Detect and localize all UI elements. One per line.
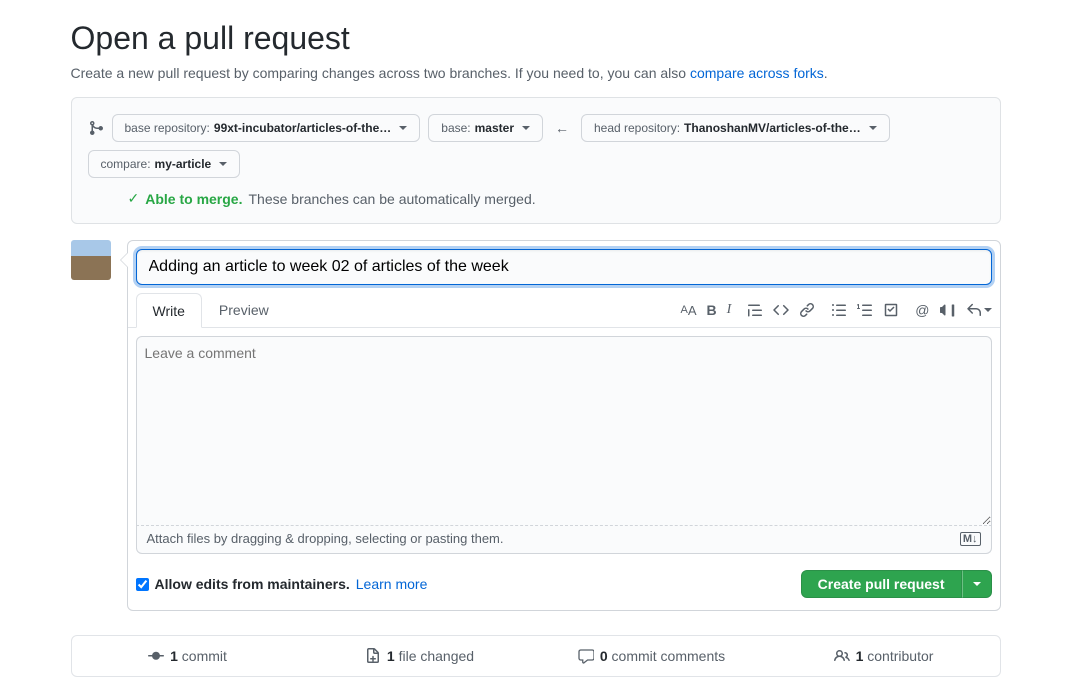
- mention-icon[interactable]: @: [915, 302, 929, 318]
- comments-count: 0: [600, 648, 608, 664]
- merge-able-text: Able to merge.: [145, 191, 242, 207]
- stat-commits[interactable]: 1 commit: [72, 636, 304, 676]
- preview-tab[interactable]: Preview: [202, 293, 286, 327]
- comment-area: Attach files by dragging & dropping, sel…: [136, 336, 992, 554]
- commits-count: 1: [170, 648, 178, 664]
- file-diff-icon: [365, 648, 381, 664]
- allow-edits-checkbox[interactable]: [136, 578, 149, 591]
- files-label: file changed: [395, 648, 474, 664]
- branch-row: base repository: 99xt-incubator/articles…: [88, 114, 984, 178]
- comments-label: commit comments: [608, 648, 725, 664]
- compare-forks-link[interactable]: compare across forks: [690, 65, 824, 81]
- compare-branch-selector[interactable]: compare: my-article: [88, 150, 241, 178]
- git-compare-icon: [88, 120, 104, 136]
- contributors-label: contributor: [863, 648, 933, 664]
- link-icon[interactable]: [799, 302, 815, 318]
- code-icon[interactable]: [773, 302, 789, 318]
- attach-bar[interactable]: Attach files by dragging & dropping, sel…: [136, 524, 992, 554]
- merge-status: ✓ Able to merge. These branches can be a…: [88, 190, 984, 207]
- base-value: master: [475, 118, 514, 138]
- page-description: Create a new pull request by comparing c…: [71, 65, 1001, 81]
- compare-box: base repository: 99xt-incubator/articles…: [71, 97, 1001, 224]
- allow-edits-text: Allow edits from maintainers.: [155, 576, 350, 592]
- heading-icon[interactable]: AA: [680, 302, 696, 318]
- pr-title-input[interactable]: [136, 249, 992, 285]
- task-list-icon[interactable]: [883, 302, 899, 318]
- quote-icon[interactable]: [747, 302, 763, 318]
- tabs: Write Preview: [136, 293, 286, 327]
- create-pr-dropdown[interactable]: [962, 570, 992, 598]
- check-icon: ✓: [128, 190, 140, 207]
- create-button-group: Create pull request: [801, 570, 992, 598]
- reply-icon[interactable]: [966, 302, 992, 318]
- number-list-icon[interactable]: [857, 302, 873, 318]
- create-pr-button[interactable]: Create pull request: [801, 570, 962, 598]
- base-repo-label: base repository:: [125, 118, 210, 138]
- merge-desc-text: These branches can be automatically merg…: [248, 191, 535, 207]
- allow-edits-label[interactable]: Allow edits from maintainers. Learn more: [136, 576, 428, 592]
- bullet-list-icon[interactable]: [831, 302, 847, 318]
- compare-value: my-article: [155, 154, 212, 174]
- base-label: base:: [441, 118, 470, 138]
- stat-files[interactable]: 1 file changed: [304, 636, 536, 676]
- page-title: Open a pull request: [71, 20, 1001, 57]
- pr-form: Write Preview AA B I: [127, 240, 1001, 611]
- bold-icon[interactable]: B: [706, 302, 716, 318]
- chevron-down-icon: [522, 126, 530, 130]
- base-repo-value: 99xt-incubator/articles-of-the…: [214, 118, 391, 138]
- desc-text: Create a new pull request by comparing c…: [71, 65, 690, 81]
- commits-label: commit: [178, 648, 227, 664]
- comment-icon: [578, 648, 594, 664]
- toolbar: AA B I @: [680, 302, 991, 318]
- comment-textarea[interactable]: [136, 336, 992, 526]
- markdown-icon[interactable]: M↓: [960, 532, 981, 546]
- commit-icon: [148, 648, 164, 664]
- stat-comments[interactable]: 0 commit comments: [536, 636, 768, 676]
- stat-contributors[interactable]: 1 contributor: [768, 636, 1000, 676]
- attach-text: Attach files by dragging & dropping, sel…: [147, 531, 504, 546]
- chevron-down-icon: [399, 126, 407, 130]
- base-branch-selector[interactable]: base: master: [428, 114, 543, 142]
- italic-icon[interactable]: I: [727, 302, 732, 318]
- compare-label: compare:: [101, 154, 151, 174]
- pr-layout: Write Preview AA B I: [71, 240, 1001, 611]
- form-footer: Allow edits from maintainers. Learn more…: [128, 562, 1000, 610]
- stats-bar: 1 commit 1 file changed 0 commit comment…: [71, 635, 1001, 677]
- head-repo-label: head repository:: [594, 118, 680, 138]
- desc-suffix: .: [824, 65, 828, 81]
- chevron-down-icon: [219, 162, 227, 166]
- arrow-left-icon: ←: [551, 120, 573, 136]
- reference-icon[interactable]: [940, 302, 956, 318]
- chevron-down-icon: [973, 582, 981, 586]
- head-repo-value: ThanoshanMV/articles-of-the…: [684, 118, 861, 138]
- user-avatar[interactable]: [71, 240, 111, 280]
- head-repo-selector[interactable]: head repository: ThanoshanMV/articles-of…: [581, 114, 890, 142]
- chevron-down-icon: [869, 126, 877, 130]
- base-repo-selector[interactable]: base repository: 99xt-incubator/articles…: [112, 114, 421, 142]
- learn-more-link[interactable]: Learn more: [356, 576, 428, 592]
- write-tab[interactable]: Write: [136, 293, 202, 328]
- tab-row: Write Preview AA B I: [128, 293, 1000, 328]
- people-icon: [834, 648, 850, 664]
- files-count: 1: [387, 648, 395, 664]
